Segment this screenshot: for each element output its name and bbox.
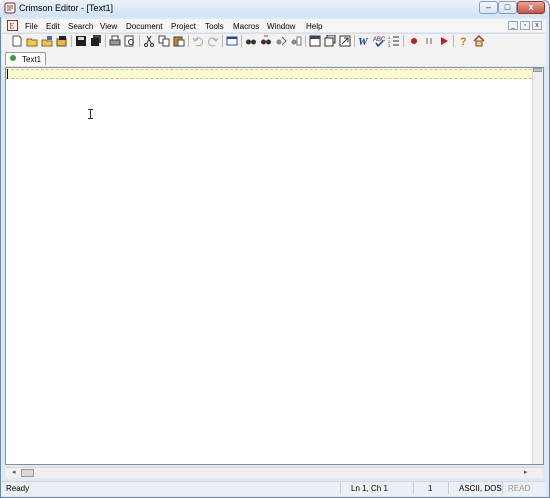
- toolbar-separator: [105, 35, 106, 47]
- print-preview-icon[interactable]: [124, 35, 136, 47]
- window-icon[interactable]: [309, 35, 321, 47]
- mdi-restore-button[interactable]: ▫: [520, 21, 530, 30]
- status-column: 1: [428, 484, 433, 493]
- status-read-mode: READ: [508, 484, 531, 493]
- text-caret: [7, 69, 8, 79]
- status-message: Ready: [6, 484, 30, 493]
- cut-icon[interactable]: [143, 35, 155, 47]
- new-file-icon[interactable]: [11, 35, 23, 47]
- menu-help[interactable]: Help: [306, 22, 322, 31]
- tab-status-dot-icon: [10, 55, 16, 61]
- toolbar-separator: [453, 35, 454, 47]
- toolbar-separator: [305, 35, 306, 47]
- redo-icon[interactable]: [207, 35, 219, 47]
- toolbar-separator: [403, 35, 404, 47]
- undo-icon[interactable]: [192, 35, 204, 47]
- vertical-scroll-thumb[interactable]: [533, 68, 542, 72]
- svg-text:ABC: ABC: [373, 37, 385, 43]
- open-icon[interactable]: [56, 35, 68, 47]
- view-icon[interactable]: [226, 35, 238, 47]
- svg-text:?: ?: [460, 36, 467, 47]
- document-icon[interactable]: E: [7, 20, 18, 31]
- print-icon[interactable]: [109, 35, 121, 47]
- menu-document[interactable]: Document: [126, 22, 162, 31]
- record-icon[interactable]: [408, 35, 420, 47]
- menu-edit[interactable]: Edit: [46, 22, 60, 31]
- save-all-icon[interactable]: [90, 35, 102, 47]
- replace-icon[interactable]: [275, 35, 287, 47]
- menu-project[interactable]: Project: [171, 22, 196, 31]
- minimize-button[interactable]: –: [479, 1, 498, 14]
- vertical-scrollbar[interactable]: [532, 68, 543, 464]
- window-stack-icon[interactable]: [324, 35, 336, 47]
- help-icon[interactable]: ?: [458, 35, 470, 47]
- scroll-left-arrow-icon[interactable]: ◂: [12, 468, 16, 476]
- save-icon[interactable]: [75, 35, 87, 47]
- status-cursor-position: Ln 1, Ch 1: [351, 484, 388, 493]
- current-line-highlight: [6, 69, 532, 79]
- window-title: Crimson Editor - [Text1]: [19, 3, 114, 13]
- open-folder-icon[interactable]: [26, 35, 38, 47]
- status-separator: [413, 482, 414, 494]
- toolbar-separator: [188, 35, 189, 47]
- document-tab-strip: [2, 51, 546, 66]
- text-editor-area[interactable]: [5, 67, 544, 465]
- maximize-button[interactable]: □: [498, 1, 517, 14]
- goto-icon[interactable]: [339, 35, 351, 47]
- word-wrap-icon[interactable]: W: [358, 35, 370, 47]
- mdi-minimize-button[interactable]: _: [508, 21, 518, 30]
- status-separator: [502, 482, 503, 494]
- horizontal-scroll-thumb[interactable]: [21, 469, 34, 477]
- close-button[interactable]: x: [517, 1, 545, 14]
- status-separator: [448, 482, 449, 494]
- menu-window[interactable]: Window: [267, 22, 295, 31]
- find-icon[interactable]: [245, 35, 257, 47]
- toolbar-separator: [139, 35, 140, 47]
- toolbar-separator: [241, 35, 242, 47]
- find-in-files-icon[interactable]: [290, 35, 302, 47]
- find-next-icon[interactable]: [260, 35, 272, 47]
- home-icon[interactable]: [473, 35, 485, 47]
- play-icon[interactable]: [438, 35, 450, 47]
- status-encoding: ASCII, DOS: [459, 484, 502, 493]
- menu-tools[interactable]: Tools: [205, 22, 224, 31]
- svg-text:3: 3: [388, 43, 391, 47]
- status-separator: [340, 482, 341, 494]
- menu-view[interactable]: View: [100, 22, 117, 31]
- crimson-editor-app-icon[interactable]: [4, 2, 16, 14]
- svg-text:E: E: [10, 22, 15, 31]
- ibeam-cursor-icon: [88, 109, 93, 119]
- menu-file[interactable]: File: [25, 22, 38, 31]
- toolbar-separator: [71, 35, 72, 47]
- toolbar-separator: [222, 35, 223, 47]
- svg-text:W: W: [358, 36, 369, 47]
- spell-check-icon[interactable]: ABC: [373, 35, 385, 47]
- toolbar-separator: [354, 35, 355, 47]
- mdi-close-button[interactable]: x: [532, 21, 542, 30]
- paste-icon[interactable]: [173, 35, 185, 47]
- open-remote-icon[interactable]: [41, 35, 53, 47]
- menu-macros[interactable]: Macros: [233, 22, 259, 31]
- copy-icon[interactable]: [158, 35, 170, 47]
- scroll-right-arrow-icon[interactable]: ▸: [524, 468, 528, 476]
- horizontal-scrollbar[interactable]: [6, 467, 543, 478]
- tab-label: Text1: [22, 55, 42, 64]
- menu-search[interactable]: Search: [68, 22, 93, 31]
- list-icon[interactable]: 123: [388, 35, 400, 47]
- pause-icon[interactable]: [423, 35, 435, 47]
